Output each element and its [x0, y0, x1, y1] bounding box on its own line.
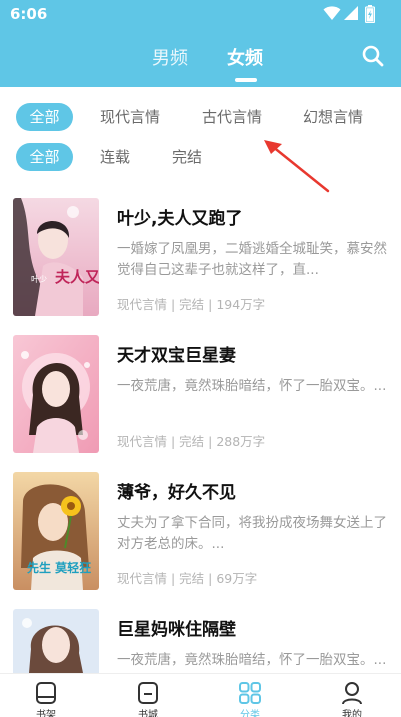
- book-description: 一婚嫁了凤凰男，二婚逃婚全城耻笑，慕安然觉得自己这辈子也就这样了，直...: [117, 241, 387, 278]
- book-meta: 现代言情 | 完结 | 288万字: [117, 434, 266, 449]
- status-chip-serializing[interactable]: 连载: [100, 143, 130, 171]
- book-list-item[interactable]: 先生 莫轻狂 薄爷，好久不见 丈夫为了拿下合同，将我扮成夜场舞女送上了对方老总的…: [0, 472, 401, 600]
- nav-bookshelf[interactable]: 书架: [16, 674, 76, 717]
- book-cover-image[interactable]: [13, 609, 99, 673]
- annotation-arrow: [264, 140, 330, 193]
- bookshelf-icon: [36, 682, 56, 704]
- bottom-navigation: 书架 书城 分类 我的: [0, 673, 401, 717]
- top-header: 6:06 男频 女频: [0, 0, 401, 87]
- book-description: 丈夫为了拿下合同，将我扮成夜场舞女送上了对方老总的床。...: [117, 515, 387, 552]
- bookstore-icon: [138, 682, 158, 704]
- category-chip-fantasy[interactable]: 幻想言情: [303, 103, 363, 131]
- search-icon[interactable]: [361, 44, 385, 68]
- cellular-signal-icon: [344, 6, 358, 20]
- book-meta: 现代言情 | 完结 | 69万字: [117, 571, 258, 586]
- book-description: 一夜荒唐，竟然珠胎暗结，怀了一胎双宝。...: [117, 378, 387, 394]
- nav-profile[interactable]: 我的: [322, 674, 382, 717]
- profile-icon: [342, 682, 362, 705]
- status-icons: [323, 5, 379, 23]
- book-cover-image[interactable]: [13, 335, 99, 453]
- tab-male[interactable]: 男频: [152, 44, 188, 70]
- status-chip-completed[interactable]: 完结: [172, 143, 202, 171]
- category-filter-row: 全部 现代言情 古代言情 幻想言情: [0, 103, 401, 135]
- status-chip-all[interactable]: 全部: [16, 143, 73, 171]
- status-time: 6:06: [10, 5, 48, 23]
- status-filter-row: 全部 连载 完结: [0, 143, 401, 175]
- cover-tag-text: 叶少: [31, 275, 47, 284]
- category-chip-all[interactable]: 全部: [16, 103, 73, 131]
- book-description: 一夜荒唐，竟然珠胎暗结，怀了一胎双宝。...: [117, 652, 387, 668]
- book-title[interactable]: 巨星妈咪住隔壁: [117, 615, 236, 640]
- book-title[interactable]: 薄爷，好久不见: [117, 478, 236, 503]
- active-tab-indicator: [235, 78, 257, 82]
- category-grid-icon: [239, 682, 261, 704]
- book-meta: 现代言情 | 完结 | 194万字: [117, 297, 266, 312]
- nav-profile-label: 我的: [342, 710, 362, 717]
- book-list-item[interactable]: 夫人又跑了 叶少 叶少,夫人又跑了 一婚嫁了凤凰男，二婚逃婚全城耻笑，慕安然觉得…: [0, 198, 401, 326]
- book-title[interactable]: 天才双宝巨星妻: [117, 341, 236, 366]
- battery-charging-icon: [365, 5, 375, 23]
- book-cover-image[interactable]: 先生 莫轻狂: [13, 472, 99, 590]
- nav-category-label: 分类: [240, 710, 260, 717]
- category-chip-ancient[interactable]: 古代言情: [202, 103, 262, 131]
- nav-bookshelf-label: 书架: [36, 710, 56, 717]
- channel-tabs: 男频 女频: [0, 44, 401, 84]
- book-list-item[interactable]: 天才双宝巨星妻 一夜荒唐，竟然珠胎暗结，怀了一胎双宝。... 现代言情 | 完结…: [0, 335, 401, 463]
- tab-female[interactable]: 女频: [227, 44, 263, 70]
- nav-bookstore[interactable]: 书城: [118, 674, 178, 717]
- book-cover-image[interactable]: 夫人又跑了 叶少: [13, 198, 99, 316]
- category-chip-modern[interactable]: 现代言情: [100, 103, 160, 131]
- status-bar: 6:06: [0, 0, 401, 28]
- nav-category[interactable]: 分类: [220, 674, 280, 717]
- cover-title-text: 先生 莫轻狂: [27, 560, 91, 575]
- wifi-icon: [323, 6, 341, 20]
- cover-title-text: 夫人又跑了: [55, 268, 99, 286]
- nav-bookstore-label: 书城: [138, 710, 158, 717]
- book-title[interactable]: 叶少,夫人又跑了: [117, 204, 242, 229]
